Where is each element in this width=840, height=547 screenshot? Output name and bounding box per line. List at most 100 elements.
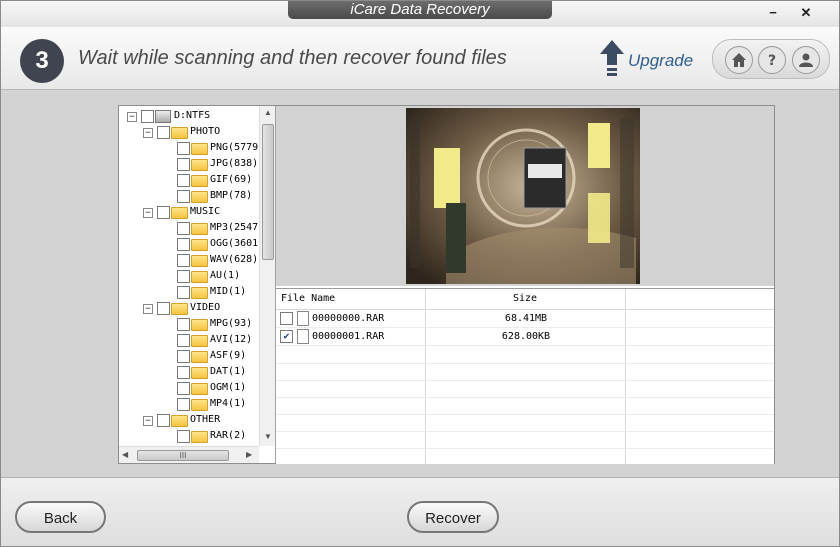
tree-node-checkbox[interactable] bbox=[177, 318, 190, 331]
tree-node[interactable]: OGM(1) bbox=[119, 381, 259, 397]
tree-collapse-icon[interactable]: − bbox=[143, 416, 153, 426]
tree-node-checkbox[interactable] bbox=[141, 110, 154, 123]
tree-node-checkbox[interactable] bbox=[177, 334, 190, 347]
tree-node[interactable]: GIF(69) bbox=[119, 173, 259, 189]
tree-node-checkbox[interactable] bbox=[157, 302, 170, 315]
file-checkbox[interactable] bbox=[280, 312, 293, 325]
scroll-down-arrow-icon[interactable]: ▼ bbox=[264, 432, 272, 441]
tree-node-checkbox[interactable] bbox=[177, 430, 190, 443]
tree-node[interactable]: MPG(93) bbox=[119, 317, 259, 333]
tree-node-label: ASF(9) bbox=[210, 350, 247, 361]
tree-node-label: GIF(69) bbox=[210, 174, 253, 185]
file-checkbox[interactable]: ✔ bbox=[280, 330, 293, 343]
scroll-right-arrow-icon[interactable]: ▶ bbox=[246, 450, 252, 459]
tree-rows: − D:NTFS − PHOTO PNG(5779 JPG(838) GIF(69) BMP(… bbox=[119, 109, 259, 445]
tree-node-label: OTHER bbox=[190, 414, 221, 425]
tree-node-checkbox[interactable] bbox=[177, 142, 190, 155]
tree-node-label: MPG(93) bbox=[210, 318, 253, 329]
column-file-name[interactable]: File Name bbox=[281, 293, 335, 304]
tree-node-label: BMP(78) bbox=[210, 190, 253, 201]
tree-node-label: MP4(1) bbox=[210, 398, 247, 409]
tree-node[interactable]: MID(1) bbox=[119, 285, 259, 301]
tree-node-checkbox[interactable] bbox=[157, 126, 170, 139]
drive-icon bbox=[155, 110, 171, 123]
tree-node[interactable]: BMP(78) bbox=[119, 189, 259, 205]
tree-node-checkbox[interactable] bbox=[177, 158, 190, 171]
step-number-badge: 3 bbox=[20, 39, 64, 83]
tree-collapse-icon[interactable]: − bbox=[143, 128, 153, 138]
tree-node-label: JPG(838) bbox=[210, 158, 259, 169]
tree-node[interactable]: JPG(838) bbox=[119, 157, 259, 173]
tree-node-checkbox[interactable] bbox=[177, 222, 190, 235]
tree-collapse-icon[interactable]: − bbox=[143, 208, 153, 218]
tree-node-checkbox[interactable] bbox=[177, 286, 190, 299]
file-row[interactable]: ✔ 00000001.RAR 628.00KB bbox=[276, 328, 774, 346]
recover-button[interactable]: Recover bbox=[407, 501, 499, 533]
tree-node-checkbox[interactable] bbox=[177, 398, 190, 411]
step-instruction: Wait while scanning and then recover fou… bbox=[78, 47, 507, 69]
folder-icon bbox=[191, 367, 208, 379]
home-icon bbox=[732, 53, 746, 67]
tree-node[interactable]: − D:NTFS bbox=[119, 109, 259, 125]
tree-node[interactable]: RAR(2) bbox=[119, 429, 259, 445]
tree-node-checkbox[interactable] bbox=[157, 414, 170, 427]
empty-row-line bbox=[276, 397, 774, 398]
tree-node-checkbox[interactable] bbox=[177, 270, 190, 283]
account-button[interactable] bbox=[792, 46, 820, 74]
scroll-left-arrow-icon[interactable]: ◀ bbox=[122, 450, 128, 459]
back-button[interactable]: Back bbox=[15, 501, 106, 533]
tree-node[interactable]: − VIDEO bbox=[119, 301, 259, 317]
tree-node[interactable]: ASF(9) bbox=[119, 349, 259, 365]
folder-icon bbox=[171, 415, 188, 427]
tree-node-checkbox[interactable] bbox=[177, 382, 190, 395]
tree-node[interactable]: PNG(5779 bbox=[119, 141, 259, 157]
upgrade-link[interactable]: Upgrade bbox=[597, 38, 701, 82]
tree-node-label: PNG(5779 bbox=[210, 142, 259, 153]
tree-node[interactable]: − PHOTO bbox=[119, 125, 259, 141]
tree-node[interactable]: DAT(1) bbox=[119, 365, 259, 381]
home-button[interactable] bbox=[725, 46, 753, 74]
tree-node-checkbox[interactable] bbox=[177, 174, 190, 187]
folder-icon bbox=[191, 255, 208, 267]
help-button[interactable]: ? bbox=[758, 46, 786, 74]
minimize-button[interactable]: − bbox=[763, 4, 783, 22]
empty-row-line bbox=[276, 431, 774, 432]
folder-icon bbox=[171, 207, 188, 219]
tree-collapse-icon[interactable]: − bbox=[143, 304, 153, 314]
tree-node-checkbox[interactable] bbox=[157, 206, 170, 219]
folder-icon bbox=[171, 303, 188, 315]
preview-thumbnail bbox=[406, 108, 640, 284]
column-size[interactable]: Size bbox=[513, 293, 537, 304]
upgrade-label: Upgrade bbox=[628, 51, 694, 70]
tree-node-label: MUSIC bbox=[190, 206, 221, 217]
tree-node[interactable]: AU(1) bbox=[119, 269, 259, 285]
app-window: iCare Data Recovery − ✕ 3 Wait while sca… bbox=[0, 0, 840, 547]
folder-icon bbox=[191, 271, 208, 283]
tree-node-checkbox[interactable] bbox=[177, 254, 190, 267]
tree-node-checkbox[interactable] bbox=[177, 238, 190, 251]
tree-node-checkbox[interactable] bbox=[177, 350, 190, 363]
tree-horizontal-scrollbar[interactable]: ◀ III ▶ bbox=[119, 446, 259, 463]
tree-node[interactable]: − MUSIC bbox=[119, 205, 259, 221]
tree-node[interactable]: OGG(3601 bbox=[119, 237, 259, 253]
preview-area bbox=[276, 106, 774, 286]
file-preview-image bbox=[406, 108, 640, 284]
tree-vertical-scrollbar[interactable]: ▲ ▼ bbox=[259, 106, 275, 446]
tree-node[interactable]: AVI(12) bbox=[119, 333, 259, 349]
close-button[interactable]: ✕ bbox=[796, 4, 816, 22]
tree-horizontal-scroll-thumb[interactable]: III bbox=[137, 450, 229, 461]
tree-node[interactable]: − OTHER bbox=[119, 413, 259, 429]
tree-node[interactable]: MP3(2547 bbox=[119, 221, 259, 237]
folder-icon bbox=[191, 287, 208, 299]
tree-node-label: AU(1) bbox=[210, 270, 241, 281]
window-title: iCare Data Recovery bbox=[288, 1, 552, 19]
tree-collapse-icon[interactable]: − bbox=[127, 112, 137, 122]
tree-node-label: MID(1) bbox=[210, 286, 247, 297]
tree-node-checkbox[interactable] bbox=[177, 366, 190, 379]
file-row[interactable]: 00000000.RAR 68.41MB bbox=[276, 310, 774, 328]
tree-node-checkbox[interactable] bbox=[177, 190, 190, 203]
tree-node[interactable]: MP4(1) bbox=[119, 397, 259, 413]
tree-node[interactable]: WAV(628) bbox=[119, 253, 259, 269]
tree-vertical-scroll-thumb[interactable] bbox=[262, 124, 274, 260]
scroll-up-arrow-icon[interactable]: ▲ bbox=[264, 108, 272, 117]
